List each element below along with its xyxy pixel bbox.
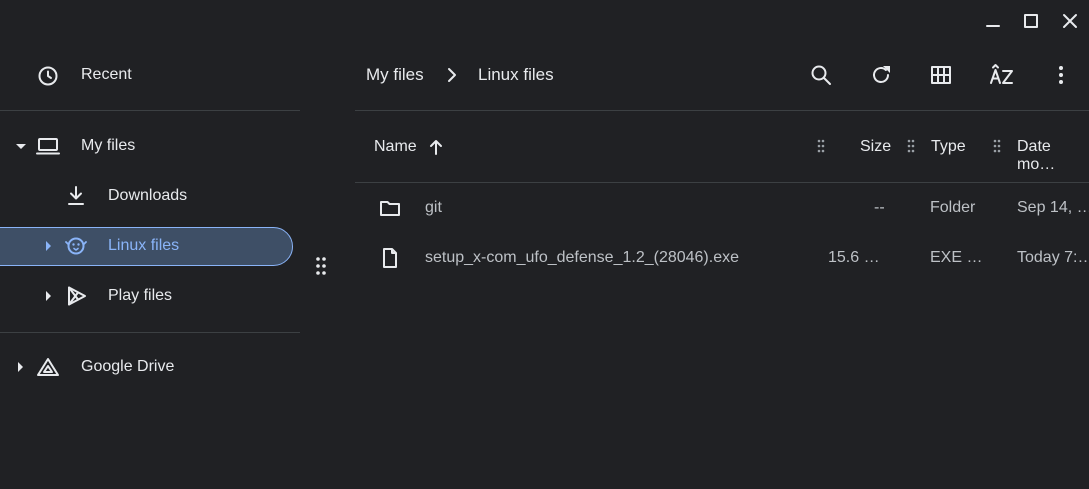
more-vert-icon[interactable] [1049,63,1073,87]
column-resize-handle[interactable] [907,139,915,153]
sort-az-icon[interactable] [989,63,1013,87]
chevron-right-icon [446,67,458,83]
column-header-size[interactable]: Size [860,138,891,156]
sidebar-item-label: Play files [108,287,173,304]
minimize-icon[interactable] [983,11,1003,31]
sidebar-item-my-files[interactable]: My files [0,126,300,166]
file-icon [381,247,399,269]
folder-icon [379,198,401,218]
expand-arrow-icon[interactable] [16,144,26,149]
sidebar-item-label: Recent [81,66,132,83]
file-type: EXE … [930,249,983,266]
file-name: setup_x-com_ufo_defense_1.2_(28046).exe [425,249,739,266]
sidebar-item-recent[interactable]: Recent [0,55,300,95]
drive-icon [36,356,60,378]
column-resize-handle[interactable] [817,139,825,153]
download-icon [66,185,86,207]
table-header-divider [355,182,1089,183]
column-header-name[interactable]: Name [374,138,417,156]
table-row[interactable]: setup_x-com_ufo_defense_1.2_(28046).exe … [355,236,1089,280]
file-date: Today 7:… [1017,249,1089,266]
penguin-icon [65,235,87,257]
header-divider [355,110,1089,111]
breadcrumb-current[interactable]: Linux files [478,65,554,85]
sidebar-item-google-drive[interactable]: Google Drive [0,347,300,387]
sidebar-item-play-files[interactable]: Play files [0,276,300,316]
column-resize-handle[interactable] [993,139,1001,153]
sidebar-item-downloads[interactable]: Downloads [0,176,300,216]
sidebar-resize-handle[interactable] [316,257,326,275]
file-date: Sep 14, … [1017,199,1089,216]
file-name: git [425,199,442,216]
file-size: -- [874,199,885,216]
laptop-icon [36,135,60,157]
sidebar-item-label: Linux files [108,237,180,254]
sidebar-item-label: Downloads [108,187,188,204]
expand-arrow-icon[interactable] [46,241,51,251]
table-row[interactable]: git -- Folder Sep 14, … [355,186,1089,230]
breadcrumb-item[interactable]: My files [366,65,424,85]
maximize-icon[interactable] [1021,11,1041,31]
column-header-type[interactable]: Type [931,138,966,156]
sidebar-divider [0,332,300,333]
file-size: 15.6 … [828,249,880,266]
clock-icon [37,65,59,87]
sidebar-item-linux-files[interactable]: Linux files [0,226,300,266]
close-icon[interactable] [1060,11,1080,31]
sidebar-item-label: Google Drive [81,358,175,375]
search-icon[interactable] [809,63,833,87]
grid-view-icon[interactable] [929,63,953,87]
sort-ascending-icon[interactable] [429,139,443,155]
expand-arrow-icon[interactable] [46,291,51,301]
refresh-icon[interactable] [869,63,893,87]
expand-arrow-icon[interactable] [18,362,23,372]
play-store-icon [66,285,88,307]
sidebar-item-label: My files [81,137,136,154]
sidebar-divider [0,110,300,111]
file-type: Folder [930,199,976,216]
column-header-date[interactable]: Date mo… [1017,138,1089,174]
